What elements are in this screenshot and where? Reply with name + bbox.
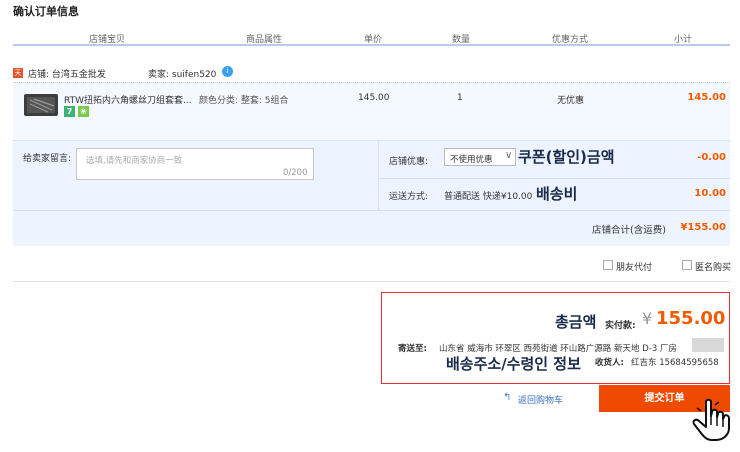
- pointer-hand-icon: [692, 398, 730, 441]
- service-badge-icon: ❀: [78, 106, 89, 117]
- annotation-shipping: 배송비: [536, 185, 578, 203]
- receiver-label: 收货人:: [595, 358, 624, 368]
- divider: [13, 210, 730, 211]
- address-label: 寄送至:: [398, 344, 427, 354]
- product-thumbnail[interactable]: [22, 90, 60, 120]
- shop-name-link[interactable]: 店铺: 台湾五金批发: [28, 67, 106, 80]
- chevron-down-icon: ∨: [505, 150, 513, 161]
- anonymous-checkbox[interactable]: [682, 260, 692, 270]
- divider: [378, 140, 379, 210]
- shop-discount-label: 店铺优惠:: [389, 157, 429, 167]
- quantity: 1: [457, 93, 463, 103]
- total-amount: 155.00: [656, 308, 726, 329]
- message-placeholder: 选填,请先和商家协商一致: [86, 156, 183, 166]
- shop-badge-icon: 天: [13, 68, 23, 78]
- order-item-row: [13, 82, 730, 140]
- page-title: 确认订单信息: [13, 5, 79, 18]
- seller-name[interactable]: 卖家: suifen520: [148, 67, 216, 80]
- shop-total-label: 店铺合计(含运费): [592, 225, 666, 236]
- divider: [13, 281, 730, 282]
- seven-day-return-icon: 7: [64, 106, 75, 117]
- product-attribute: 颜色分类: 整套: 5组合: [199, 96, 289, 106]
- annotation-coupon: 쿠폰(할인)금액: [518, 148, 615, 166]
- shop-discount-selected: 不使用优惠: [450, 155, 493, 165]
- header-divider: [13, 44, 730, 46]
- message-char-count: 0/200: [283, 168, 308, 178]
- paid-label: 实付款:: [605, 321, 636, 331]
- anonymous-label[interactable]: 匿名购买: [695, 260, 731, 273]
- divider: [379, 178, 730, 179]
- friend-pay-checkbox[interactable]: [603, 260, 613, 270]
- shipping-label: 运送方式:: [389, 192, 429, 202]
- shipping-fee: 10.00: [694, 188, 726, 199]
- receiver-info: 红吉东 15684595658: [631, 358, 719, 368]
- chat-icon[interactable]: i: [222, 66, 233, 77]
- discount-value: -0.00: [697, 152, 726, 163]
- annotation-total: 총금액: [555, 313, 597, 331]
- redacted-block: [692, 338, 724, 352]
- back-arrow-icon[interactable]: ↰: [503, 392, 511, 403]
- currency-symbol: ¥: [642, 309, 653, 328]
- annotation-address: 배송주소/수령인 정보: [446, 355, 581, 373]
- message-label: 给卖家留言:: [23, 154, 72, 164]
- friend-pay-label[interactable]: 朋友代付: [616, 260, 652, 273]
- promotion: 无优惠: [557, 96, 585, 106]
- back-to-cart-link[interactable]: 返回购物车: [518, 393, 563, 406]
- shipping-method: 普通配送 快递¥10.00: [444, 192, 533, 202]
- item-subtotal: 145.00: [687, 92, 726, 103]
- unit-price: 145.00: [358, 93, 390, 103]
- shop-total-value: ¥155.00: [680, 222, 726, 233]
- product-name-link[interactable]: RTW扭拓内六角螺丝刀组套套...: [64, 93, 192, 106]
